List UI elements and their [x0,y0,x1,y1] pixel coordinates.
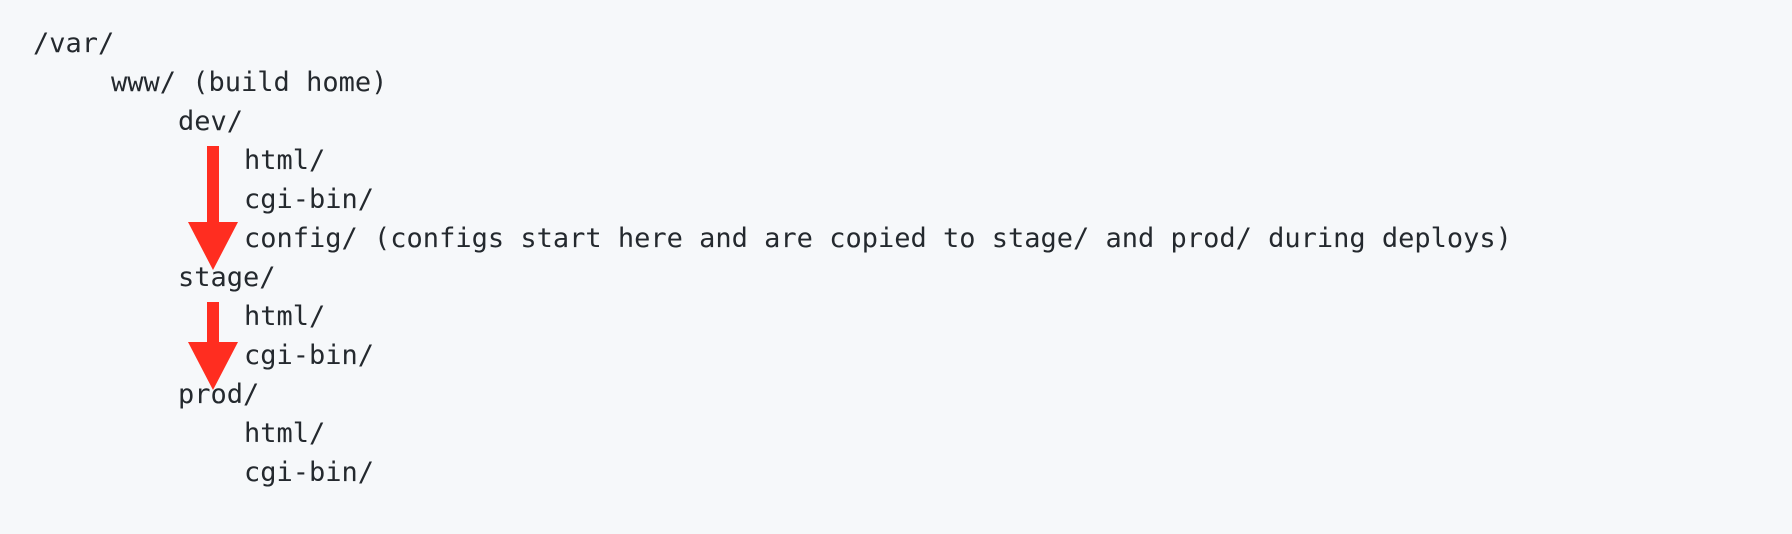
tree-line-var: /var/ [33,28,115,59]
code-block: /var/ www/ (build home) dev/ html/ cgi-b… [0,0,1792,534]
tree-line-stage-html: html/ [244,301,326,332]
tree-line-www: www/ (build home) [111,67,388,98]
tree-line-stage-cgi-bin: cgi-bin/ [244,340,375,371]
tree-line-dev: dev/ [178,106,244,137]
tree-line-dev-cgi-bin: cgi-bin/ [244,184,375,215]
arrow-stage-to-prod [188,302,238,390]
tree-line-dev-config: config/ (configs start here and are copi… [244,223,1512,254]
tree-line-prod-html: html/ [244,418,326,449]
arrow-dev-to-stage [188,146,238,270]
tree-line-dev-html: html/ [244,145,326,176]
tree-line-prod-cgi-bin: cgi-bin/ [244,457,375,488]
